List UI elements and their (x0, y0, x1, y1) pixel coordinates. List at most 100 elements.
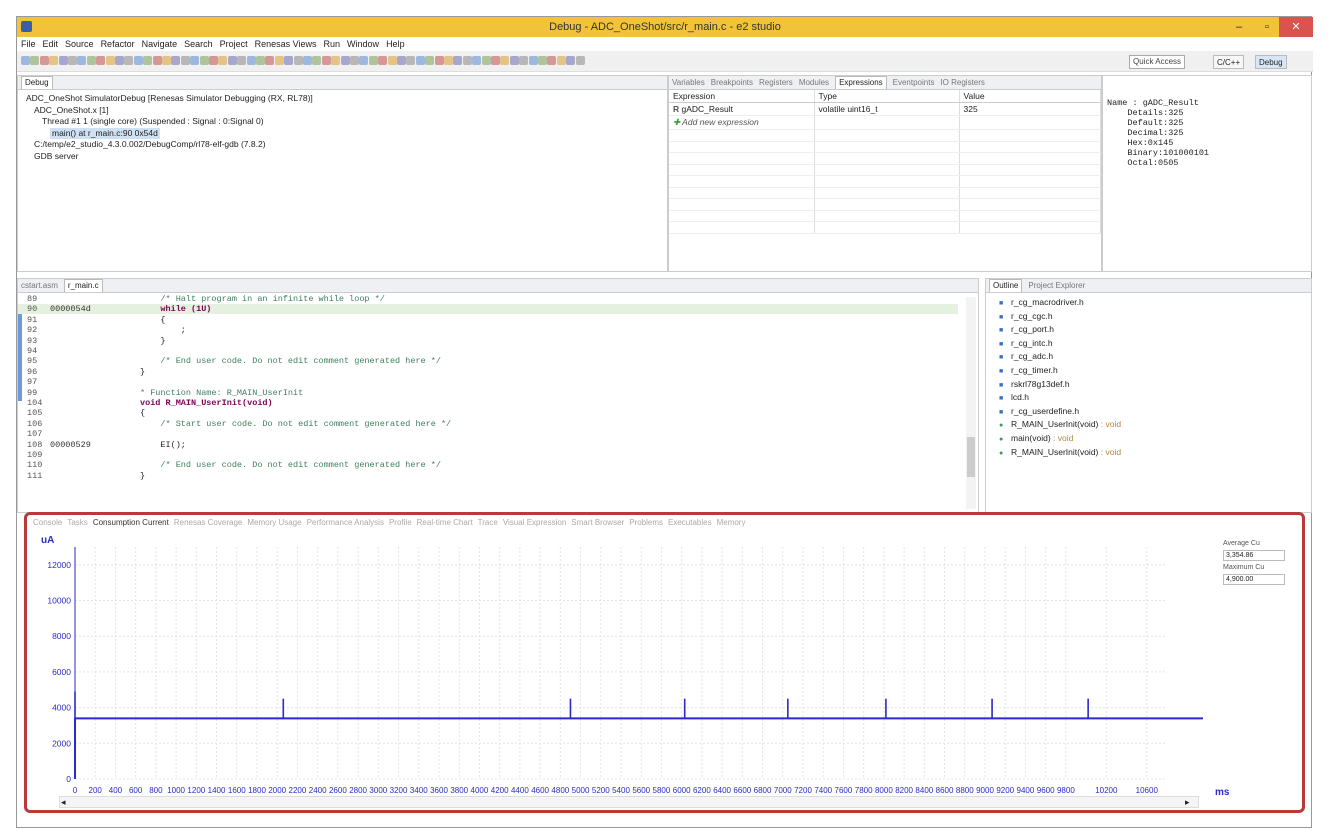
toolbar-icon[interactable] (293, 56, 303, 65)
table-row[interactable]: R gADC_Result volatile uint16_t 325 (669, 102, 1101, 116)
chart-horizontal-scrollbar[interactable] (59, 796, 1199, 808)
menu-item[interactable]: Window (347, 39, 379, 49)
toolbar-icon[interactable] (105, 56, 115, 65)
toolbar-icon[interactable] (415, 56, 425, 65)
toolbar-icon[interactable] (303, 56, 312, 65)
tab-eventpoints[interactable]: Eventpoints (893, 78, 935, 87)
close-button[interactable]: ✕ (1279, 17, 1313, 37)
toolbar-icon[interactable] (152, 56, 162, 65)
toolbar-icon[interactable] (481, 56, 491, 65)
toolbar-icon[interactable] (39, 56, 49, 65)
tab-real-time-chart[interactable]: Real-time Chart (417, 518, 473, 527)
outline-item[interactable]: ● R_MAIN_UserInit(void) : void (986, 446, 1121, 460)
column-header[interactable]: Value (959, 90, 1101, 103)
debug-tree-item[interactable]: GDB server (22, 151, 313, 163)
tab-memory-usage[interactable]: Memory Usage (247, 518, 301, 527)
toolbar-icon[interactable] (30, 56, 40, 65)
menu-item[interactable]: Search (184, 39, 213, 49)
toolbar-icon[interactable] (199, 56, 209, 65)
tab-registers[interactable]: Registers (759, 78, 793, 87)
tab-debug[interactable]: Debug (21, 76, 53, 89)
menu-item[interactable]: Source (65, 39, 94, 49)
toolbar-icon[interactable] (68, 56, 77, 65)
toolbar-icon[interactable] (500, 56, 510, 65)
toolbar-icon[interactable] (58, 56, 68, 65)
toolbar-icon[interactable] (180, 56, 190, 65)
debug-tree-item[interactable]: main() at r_main.c:90 0x54d (22, 127, 313, 139)
outline-tab[interactable]: Outline (989, 279, 1023, 292)
toolbar-icon[interactable] (556, 56, 566, 65)
toolbar-icon[interactable] (77, 56, 87, 65)
outline-item[interactable]: ■ lcd.h (986, 391, 1121, 405)
tab-variables[interactable]: Variables (672, 78, 705, 87)
menu-item[interactable]: Run (324, 39, 341, 49)
tab-modules[interactable]: Modules (799, 78, 829, 87)
toolbar-icon[interactable] (444, 56, 453, 65)
toolbar-icon[interactable] (340, 56, 350, 65)
toolbar-icon[interactable] (49, 56, 59, 65)
toolbar-icon[interactable] (246, 56, 256, 65)
tab-profile[interactable]: Profile (389, 518, 412, 527)
minimize-button[interactable]: – (1225, 17, 1253, 37)
tab-io-registers[interactable]: IO Registers (940, 78, 984, 87)
column-header[interactable]: Type (814, 90, 960, 103)
maximize-button[interactable]: ▫ (1253, 17, 1281, 37)
tab-consumption-current[interactable]: Consumption Current (93, 518, 169, 527)
add-expression-row[interactable]: ✚ Add new expression (669, 115, 815, 130)
outline-item[interactable]: ■ rskrl78g13def.h (986, 378, 1121, 392)
outline-item[interactable]: ■ r_cg_intc.h (986, 337, 1121, 351)
toolbar-icon[interactable] (171, 56, 181, 65)
toolbar-icon[interactable] (133, 56, 143, 65)
quick-access-input[interactable]: Quick Access (1129, 55, 1185, 69)
toolbar-icon[interactable] (218, 56, 228, 65)
toolbar-icon[interactable] (190, 56, 200, 65)
toolbar-icon[interactable] (312, 56, 322, 65)
toolbar-icon[interactable] (359, 56, 369, 65)
toolbar-icon[interactable] (547, 56, 557, 65)
toolbar-icon[interactable] (368, 56, 378, 65)
menu-item[interactable]: Navigate (142, 39, 178, 49)
outline-item[interactable]: ■ r_cg_adc.h (986, 350, 1121, 364)
tab-problems[interactable]: Problems (629, 518, 663, 527)
code-area[interactable]: 89 /* Halt program in an infinite while … (18, 293, 978, 512)
toolbar-icon[interactable] (143, 56, 153, 65)
toolbar-icon[interactable] (434, 56, 444, 65)
toolbar-icon[interactable] (491, 56, 500, 65)
toolbar-icon[interactable] (350, 56, 359, 65)
tab-expressions[interactable]: Expressions (835, 76, 887, 89)
toolbar-icon[interactable] (115, 56, 124, 65)
toolbar-icon[interactable] (378, 56, 388, 65)
debug-tree-item[interactable]: ADC_OneShot SimulatorDebug [Renesas Simu… (22, 93, 313, 105)
tab-tasks[interactable]: Tasks (67, 518, 87, 527)
toolbar-icon[interactable] (509, 56, 519, 65)
tab-breakpoints[interactable]: Breakpoints (711, 78, 753, 87)
editor-tab[interactable]: r_main.c (63, 279, 103, 292)
toolbar-icon[interactable] (237, 56, 247, 65)
value-cell[interactable]: 325 (959, 102, 1101, 116)
toolbar-icon[interactable] (397, 56, 406, 65)
perspective-cc-button[interactable]: C/C++ (1213, 55, 1245, 69)
toolbar-icon[interactable] (86, 56, 96, 65)
menu-item[interactable]: Help (386, 39, 405, 49)
tab-memory[interactable]: Memory (717, 518, 746, 527)
menu-item[interactable]: Renesas Views (255, 39, 317, 49)
toolbar-icon[interactable] (209, 56, 218, 65)
toolbar-icon[interactable] (284, 56, 294, 65)
toolbar-icon[interactable] (265, 56, 275, 65)
debug-tree-item[interactable]: Thread #1 1 (single core) (Suspended : S… (22, 116, 313, 128)
menu-item[interactable]: Edit (43, 39, 59, 49)
perspective-debug-button[interactable]: Debug (1255, 55, 1287, 69)
tab-smart-browser[interactable]: Smart Browser (571, 518, 624, 527)
menu-item[interactable]: Refactor (101, 39, 135, 49)
outline-item[interactable]: ● main(void) : void (986, 432, 1121, 446)
editor-scrollbar[interactable] (966, 297, 976, 509)
outline-item[interactable]: ■ r_cg_cgc.h (986, 310, 1121, 324)
toolbar-icon[interactable] (575, 56, 585, 65)
outline-item[interactable]: ● R_MAIN_UserInit(void) : void (986, 418, 1121, 432)
toolbar-icon[interactable] (124, 56, 134, 65)
toolbar-icon[interactable] (519, 56, 529, 65)
tab-renesas-coverage[interactable]: Renesas Coverage (174, 518, 242, 527)
toolbar-icon[interactable] (453, 56, 463, 65)
toolbar-icon[interactable] (274, 56, 284, 65)
scroll-right-icon[interactable]: ▸ (1185, 797, 1190, 808)
